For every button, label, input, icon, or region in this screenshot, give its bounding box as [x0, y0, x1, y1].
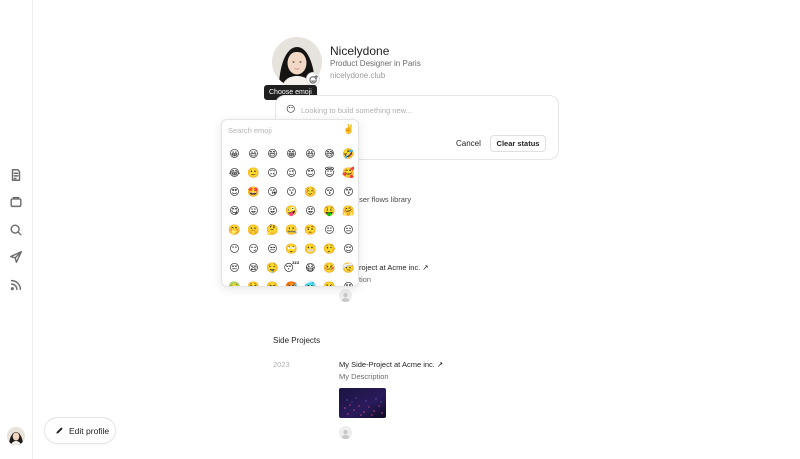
emoji-option[interactable]: 😑 [339, 221, 358, 240]
emoji-option[interactable]: 😆 [301, 145, 320, 164]
emoji-option[interactable]: 🤮 [244, 278, 263, 286]
emoji-option[interactable]: 😌 [339, 240, 358, 259]
emoji-option[interactable]: 🤢 [225, 278, 244, 286]
emoji-option[interactable]: 😀 [225, 145, 244, 164]
emoji-option[interactable]: 😐 [320, 221, 339, 240]
emoji-option[interactable]: 🤣 [339, 145, 358, 164]
pencil-icon [56, 427, 63, 434]
add-emoji-button[interactable] [306, 72, 320, 86]
edit-profile-label: Edit profile [69, 425, 110, 436]
emoji-option[interactable]: 🤥 [320, 240, 339, 259]
edit-profile-button[interactable]: Edit profile [44, 417, 116, 444]
clear-status-button[interactable]: Clear status [490, 135, 546, 152]
emoji-option[interactable]: 😁 [282, 145, 301, 164]
status-input[interactable]: Looking to build something new... [301, 106, 412, 115]
sidebar [0, 0, 33, 459]
side-project-year: 2023 [273, 360, 290, 369]
rss-icon[interactable] [8, 277, 24, 293]
emoji-option[interactable]: 🤭 [225, 221, 244, 240]
send-icon[interactable] [8, 249, 24, 265]
emoji-option[interactable]: 😅 [320, 145, 339, 164]
emoji-option[interactable]: 😄 [263, 145, 282, 164]
emoji-option[interactable]: 🙃 [263, 164, 282, 183]
emoji-option[interactable]: 😗 [282, 183, 301, 202]
emoji-option[interactable]: 😍 [225, 183, 244, 202]
emoji-option[interactable]: ☺️ [301, 183, 320, 202]
profile-role: Product Designer in Paris [330, 59, 421, 68]
notes-icon[interactable] [8, 167, 24, 183]
side-project-thumbnail[interactable] [339, 388, 386, 418]
collaborator-avatar [339, 289, 352, 302]
side-project-title[interactable]: My Side-Project at Acme inc. ↗ [339, 360, 443, 369]
emoji-option[interactable]: 🤪 [282, 202, 301, 221]
emoji-option[interactable]: 😵 [339, 278, 358, 286]
profile-name: Nicelydone [330, 44, 390, 58]
skin-tone-button[interactable]: ✌️ [343, 124, 354, 135]
emoji-grid: 😀 😃 😄 😁 😆 😅 🤣 😂 🙂 🙃 😉 😊 😇 🥰 😍 🤩 😘 😗 ☺️ 😚 😙 😋 😛 😜 🤪 😝 🤑 🤗 🤭 🤫 🤔 🤐 🤨 😐 😑 😶 😏 😒 🙄… [225, 145, 358, 286]
smiley-plus-icon [308, 74, 318, 84]
emoji-option[interactable]: 😇 [320, 164, 339, 183]
emoji-option[interactable]: 🤨 [301, 221, 320, 240]
emoji-picker: Search emoji ✌️ 😀 😃 😄 😁 😆 😅 🤣 😂 🙂 🙃 😉 😊 😇 🥰 😍 🤩 😘 😗 ☺️ 😚 😙 😋 😛… [221, 119, 359, 287]
emoji-option[interactable]: 😝 [301, 202, 320, 221]
emoji-option[interactable]: 🤩 [244, 183, 263, 202]
emoji-option[interactable]: 😒 [263, 240, 282, 259]
emoji-option[interactable]: 😏 [244, 240, 263, 259]
emoji-option[interactable]: 🤔 [263, 221, 282, 240]
emoji-option[interactable]: 🙄 [282, 240, 301, 259]
emoji-option[interactable]: 😊 [301, 164, 320, 183]
emoji-option[interactable]: 🤕 [339, 259, 358, 278]
emoji-option[interactable]: 🤐 [282, 221, 301, 240]
emoji-option[interactable]: 😚 [320, 183, 339, 202]
emoji-option[interactable]: 😂 [225, 164, 244, 183]
emoji-option[interactable]: 🥴 [320, 278, 339, 286]
emoji-option[interactable]: 😶 [225, 240, 244, 259]
emoji-option[interactable]: 😬 [301, 240, 320, 259]
status-emoji[interactable]: 😶 [286, 104, 295, 115]
search-icon[interactable] [8, 222, 24, 238]
emoji-option[interactable]: 😙 [339, 183, 358, 202]
emoji-option[interactable]: 😴 [282, 259, 301, 278]
emoji-option[interactable]: 😃 [244, 145, 263, 164]
side-project-description: My Description [339, 372, 389, 381]
emoji-option[interactable]: 🤗 [339, 202, 358, 221]
folder-icon[interactable] [8, 194, 24, 210]
emoji-search-input[interactable]: Search emoji [228, 126, 272, 135]
emoji-option[interactable]: 🥶 [301, 278, 320, 286]
emoji-option[interactable]: 😷 [301, 259, 320, 278]
emoji-option[interactable]: 😉 [282, 164, 301, 183]
collaborator-avatar [339, 426, 352, 439]
user-avatar[interactable] [7, 427, 25, 445]
side-projects-title: Side Projects [273, 336, 321, 345]
emoji-option[interactable]: 🤧 [263, 278, 282, 286]
emoji-option[interactable]: 🤑 [320, 202, 339, 221]
emoji-option[interactable]: 😜 [263, 202, 282, 221]
emoji-option[interactable]: 😔 [225, 259, 244, 278]
emoji-option[interactable]: 😪 [244, 259, 263, 278]
emoji-option[interactable]: 😛 [244, 202, 263, 221]
emoji-option[interactable]: 🙂 [244, 164, 263, 183]
emoji-option[interactable]: 🥰 [339, 164, 358, 183]
emoji-option[interactable]: 😋 [225, 202, 244, 221]
emoji-option[interactable]: 🤤 [263, 259, 282, 278]
emoji-option[interactable]: 🤫 [244, 221, 263, 240]
cancel-button[interactable]: Cancel [456, 139, 481, 148]
emoji-option[interactable]: 🥵 [282, 278, 301, 286]
profile-website[interactable]: nicelydone.club [330, 71, 385, 80]
emoji-option[interactable]: 🤒 [320, 259, 339, 278]
emoji-option[interactable]: 😘 [263, 183, 282, 202]
